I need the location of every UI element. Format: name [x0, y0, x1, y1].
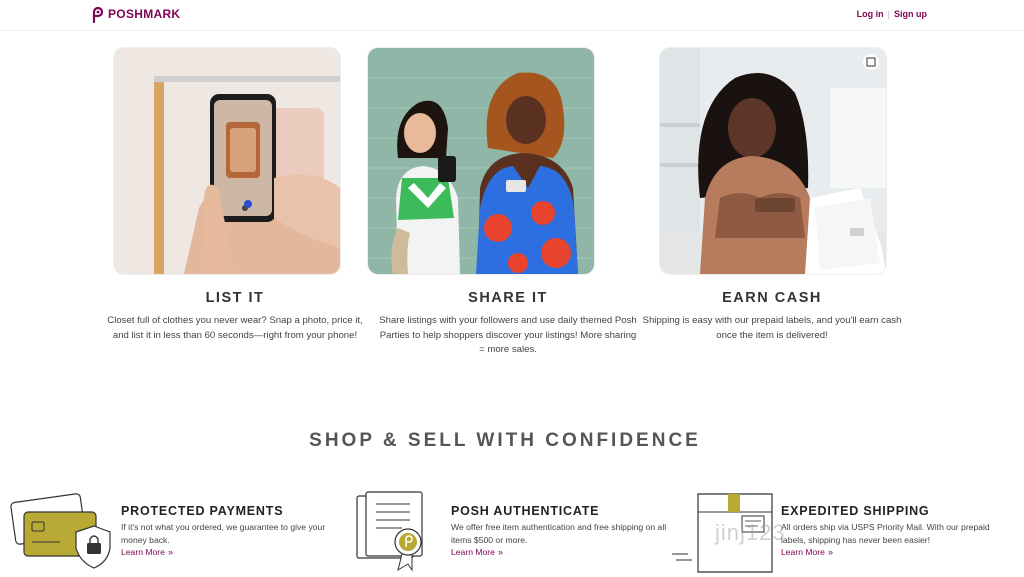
- feature-title-expedited-shipping: EXPEDITED SHIPPING: [781, 504, 930, 518]
- learn-more-label: Learn More: [121, 547, 165, 557]
- share-it-image: [368, 48, 594, 274]
- credit-card-lock-icon: [10, 493, 111, 569]
- poshmark-logo-icon: [92, 6, 104, 23]
- learn-more-label: Learn More: [781, 547, 825, 557]
- step-title-earn-cash: EARN CASH: [722, 290, 822, 306]
- zoom-icon[interactable]: [863, 54, 879, 70]
- signup-link[interactable]: Sign up: [894, 9, 927, 19]
- chevron-right-icon: »: [497, 547, 503, 557]
- earn-cash-image: [660, 48, 886, 274]
- learn-more-expedited-shipping[interactable]: Learn More»: [781, 547, 833, 557]
- login-link[interactable]: Log in: [857, 9, 884, 19]
- site-header: POSHMARK Log in | Sign up: [0, 0, 1024, 31]
- logo-text: POSHMARK: [108, 7, 181, 21]
- feature-desc-protected-payments: If it's not what you ordered, we guarant…: [121, 522, 326, 545]
- chevron-right-icon: »: [827, 547, 833, 557]
- list-it-image: [114, 48, 340, 274]
- feature-title-posh-authenticate: POSH AUTHENTICATE: [451, 504, 600, 518]
- watermark-text: jinj123: [715, 520, 786, 545]
- learn-more-protected-payments[interactable]: Learn More»: [121, 547, 173, 557]
- feature-desc-posh-authenticate: We offer free item authentication and fr…: [451, 522, 667, 545]
- poshmark-logo[interactable]: POSHMARK: [90, 6, 180, 23]
- confidence-heading: SHOP & SELL WITH CONFIDENCE: [309, 430, 701, 451]
- step-title-share-it: SHARE IT: [468, 290, 548, 306]
- step-desc-share-it: Share listings with your followers and u…: [379, 315, 637, 355]
- feature-desc-expedited-shipping: All orders ship via USPS Priority Mail. …: [781, 522, 990, 545]
- step-desc-list-it: Closet full of clothes you never wear? S…: [107, 315, 363, 341]
- learn-more-posh-authenticate[interactable]: Learn More»: [451, 547, 503, 557]
- feature-title-protected-payments: PROTECTED PAYMENTS: [121, 504, 284, 518]
- chevron-right-icon: »: [167, 547, 173, 557]
- step-title-list-it: LIST IT: [205, 290, 265, 306]
- certificate-icon: [356, 491, 423, 572]
- step-desc-earn-cash: Shipping is easy with our prepaid labels…: [642, 315, 902, 341]
- auth-separator: |: [887, 9, 890, 19]
- watermark: jinj123: [715, 520, 786, 546]
- auth-links: Log in | Sign up: [857, 9, 927, 19]
- learn-more-label: Learn More: [451, 547, 495, 557]
